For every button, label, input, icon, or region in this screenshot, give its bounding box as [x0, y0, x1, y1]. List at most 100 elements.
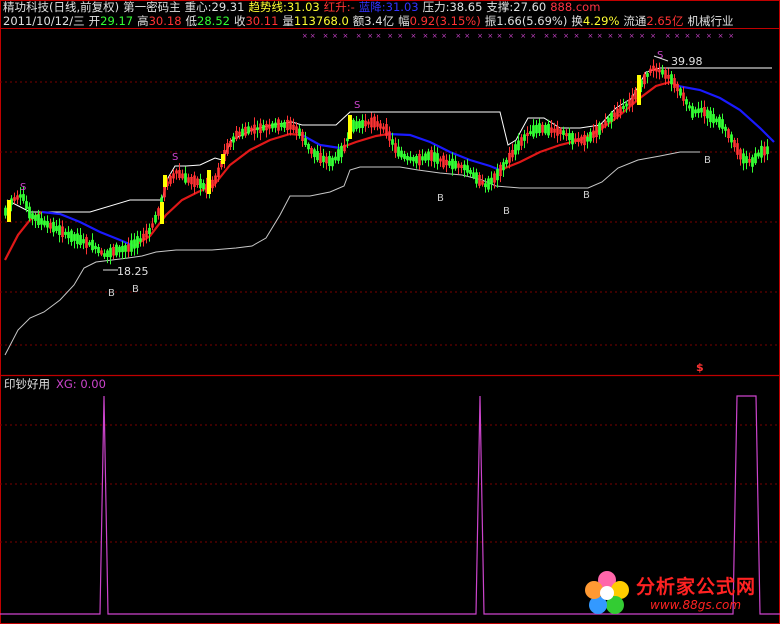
top-cross-marker: × — [487, 32, 493, 40]
candle-body — [760, 145, 763, 158]
sub-panel-xg-value: XG: 0.00 — [56, 377, 106, 391]
sell-marker: S — [172, 152, 178, 163]
candle-body — [283, 122, 286, 128]
candle-body — [79, 235, 82, 245]
site-url[interactable]: www.88gs.com — [650, 598, 741, 612]
top-cross-marker: × — [342, 32, 348, 40]
buy-marker: B — [437, 193, 444, 204]
candle-body — [361, 120, 364, 128]
signal-bar-6 — [637, 75, 641, 105]
signal-bar-3 — [207, 170, 211, 194]
candle-body — [622, 105, 625, 110]
candle-body — [304, 138, 307, 145]
candle-body — [109, 247, 112, 258]
top-cross-marker: × — [674, 32, 680, 40]
candle-body — [115, 244, 118, 256]
candle-body — [502, 162, 505, 171]
top-cross-marker: × — [422, 32, 428, 40]
top-cross-marker: × — [587, 32, 593, 40]
candle-body — [754, 153, 757, 164]
candle-body — [403, 153, 406, 159]
candle-body — [766, 146, 769, 155]
top-cross-marker: × — [597, 32, 603, 40]
candle-body — [103, 253, 106, 257]
candle-body — [340, 145, 343, 158]
main-chart-svg[interactable]: SSSSB BBBBB× × × × × × × × × × × × × × × × × × × × × × × × × × × × × ×… — [0, 0, 780, 624]
top-cross-marker: × — [375, 32, 381, 40]
sell-marker: S — [354, 100, 360, 111]
signal-bar-4 — [221, 154, 225, 164]
candle-body — [436, 153, 439, 164]
candle-body — [463, 164, 466, 171]
candle-body — [448, 160, 451, 166]
candle-body — [646, 73, 649, 77]
candle-body — [55, 226, 58, 232]
rise-line-2 — [133, 132, 303, 247]
candle-body — [745, 156, 748, 164]
top-cross-marker: × — [410, 32, 416, 40]
candle-body — [28, 206, 31, 219]
candle-body — [82, 239, 85, 244]
top-cross-marker: × — [665, 32, 671, 40]
candle-body — [610, 112, 613, 122]
top-cross-marker: × — [629, 32, 635, 40]
candle-body — [661, 69, 664, 75]
candle-body — [313, 149, 316, 158]
candle-body — [241, 128, 244, 137]
candle-body — [358, 121, 361, 129]
candle-body — [256, 127, 259, 131]
top-cross-marker: × — [310, 32, 316, 40]
signal-bar-1 — [160, 202, 164, 224]
candle-body — [700, 107, 703, 113]
signal-bar-5 — [348, 115, 352, 139]
candle-body — [322, 155, 325, 163]
candle-body — [706, 109, 709, 119]
buy-marker: B — [132, 284, 139, 295]
candle-body — [262, 124, 265, 131]
candle-body — [475, 172, 478, 184]
candle-body — [52, 221, 55, 233]
sub-panel-title: 印钞好用 — [4, 377, 50, 391]
candle-body — [133, 239, 136, 249]
dollar-icon: $ — [696, 361, 704, 374]
candle-body — [487, 178, 490, 190]
candle-body — [589, 131, 592, 142]
candle-body — [544, 124, 547, 134]
top-cross-marker: × — [455, 32, 461, 40]
candle-body — [94, 245, 97, 250]
top-cross-marker: × — [520, 32, 526, 40]
candle-body — [346, 138, 349, 142]
candle-body — [328, 156, 331, 166]
candle-body — [688, 105, 691, 109]
candle-body — [670, 74, 673, 85]
candle-body — [751, 157, 754, 167]
candle-body — [64, 231, 67, 235]
candle-body — [37, 214, 40, 226]
candle-body — [124, 245, 127, 252]
flower-logo-icon — [585, 571, 629, 614]
candle-body — [517, 140, 520, 151]
candle-body — [691, 106, 694, 118]
top-cross-marker: × — [397, 32, 403, 40]
candle-body — [490, 177, 493, 185]
candle-body — [742, 153, 745, 164]
candle-body — [274, 122, 277, 128]
top-cross-marker: × — [617, 32, 623, 40]
candle-body — [139, 238, 142, 242]
sell-marker: S — [20, 182, 26, 193]
candle-body — [88, 242, 91, 246]
candle-body — [397, 146, 400, 157]
site-logo: 分析家公式网 www.88gs.com — [584, 568, 774, 620]
top-cross-marker: × — [441, 32, 447, 40]
candle-body — [505, 159, 508, 165]
candle-body — [391, 139, 394, 145]
candle-body — [106, 250, 109, 258]
candle-body — [571, 133, 574, 145]
top-cross-marker: × — [563, 32, 569, 40]
candle-body — [466, 165, 469, 173]
candle-body — [22, 194, 25, 201]
signal-bar-0 — [7, 200, 11, 222]
candle-body — [406, 156, 409, 161]
top-cross-marker: × — [508, 32, 514, 40]
candle-body — [331, 157, 334, 167]
